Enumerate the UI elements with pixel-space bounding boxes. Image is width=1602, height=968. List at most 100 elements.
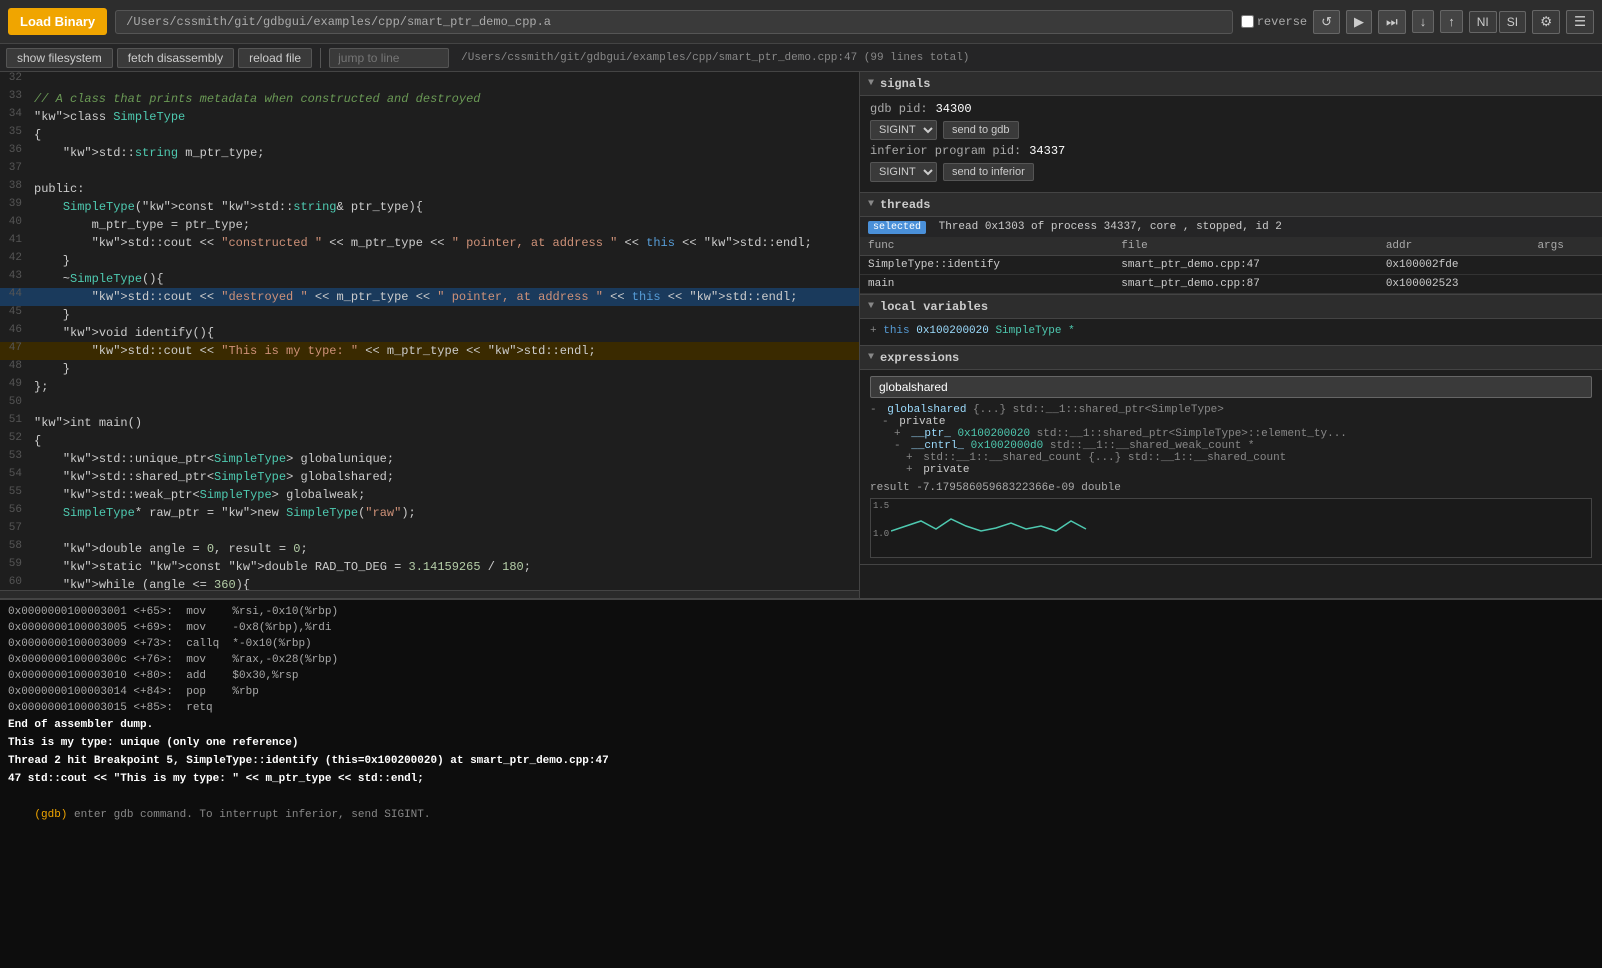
play-button[interactable]: ▶ [1346, 10, 1372, 34]
gdb-pid-value: 34300 [936, 102, 972, 116]
table-row: 49}; [0, 378, 859, 396]
table-row: 58 "kw">double angle = 0, result = 0; [0, 540, 859, 558]
thread-cell-addr[interactable]: 0x100002fde [1378, 256, 1530, 275]
locals-section: ▼ local variables + this 0x100200020 Sim… [860, 295, 1602, 346]
locals-title: local variables [880, 300, 988, 314]
code-panel: 3233// A class that prints metadata when… [0, 72, 860, 598]
signals-header[interactable]: ▼ signals [860, 72, 1602, 96]
table-row: 38public: [0, 180, 859, 198]
inferior-signal-select[interactable]: SIGINT [870, 162, 937, 182]
line-number: 38 [0, 180, 30, 198]
code-table: 3233// A class that prints metadata when… [0, 72, 859, 590]
table-row: 57 [0, 522, 859, 540]
gdb-pid-row: gdb pid: 34300 [870, 102, 1592, 116]
locals-header[interactable]: ▼ local variables [860, 295, 1602, 319]
line-number: 54 [0, 468, 30, 486]
reverse-label: reverse [1241, 15, 1307, 29]
top-bar: Load Binary /Users/cssmith/git/gdbgui/ex… [0, 0, 1602, 44]
locals-content: + this 0x100200020 SimpleType * [860, 319, 1602, 345]
asm-line: 0x0000000100003005 <+69>: mov -0x8(%rbp)… [8, 620, 1594, 636]
bottom-panel[interactable]: 0x0000000100003001 <+65>: mov %rsi,-0x10… [0, 598, 1602, 968]
reverse-checkbox[interactable] [1241, 15, 1254, 28]
expressions-section: ▼ expressions - globalshared {...} std::… [860, 346, 1602, 565]
signals-title: signals [880, 77, 930, 91]
table-row: 32 [0, 72, 859, 90]
code-line-content: SimpleType("kw">const "kw">std::string& … [30, 198, 859, 216]
table-row: 51"kw">int main() [0, 414, 859, 432]
si-button[interactable]: SI [1499, 11, 1526, 33]
send-to-inferior-button[interactable]: send to inferior [943, 163, 1034, 181]
menu-button[interactable]: ☰ [1566, 10, 1594, 34]
fetch-disassembly-button[interactable]: fetch disassembly [117, 48, 234, 68]
asm-line: 0x0000000100003001 <+65>: mov %rsi,-0x10… [8, 604, 1594, 620]
table-row: 53 "kw">std::unique_ptr<SimpleType> glob… [0, 450, 859, 468]
code-line-content: "kw">std::weak_ptr<SimpleType> globalwea… [30, 486, 859, 504]
table-row: 46 "kw">void identify(){ [0, 324, 859, 342]
step-up-button[interactable]: ↑ [1440, 10, 1463, 33]
line-number: 34 [0, 108, 30, 126]
gdb-signal-row: SIGINT send to gdb [870, 120, 1592, 140]
code-line-content: "kw">std::cout << "constructed " << m_pt… [30, 234, 859, 252]
asm-lines-container: 0x0000000100003001 <+65>: mov %rsi,-0x10… [8, 604, 1594, 716]
chart-label-10: 1.0 [873, 529, 889, 539]
gdb-signal-select[interactable]: SIGINT [870, 120, 937, 140]
line-number: 45 [0, 306, 30, 324]
line-number: 57 [0, 522, 30, 540]
gdb-pid-label: gdb pid: [870, 102, 928, 116]
step-down-button[interactable]: ↓ [1412, 10, 1435, 33]
filepath-display: /Users/cssmith/git/gdbgui/examples/cpp/s… [115, 10, 1233, 34]
show-filesystem-button[interactable]: show filesystem [6, 48, 113, 68]
thread-cell-args [1529, 256, 1602, 275]
jump-to-line-input[interactable] [329, 48, 449, 68]
load-binary-button[interactable]: Load Binary [8, 8, 107, 35]
result-label: result [870, 482, 910, 494]
local-item-this: + this 0x100200020 SimpleType * [870, 325, 1592, 337]
line-number: 33 [0, 90, 30, 108]
thread-cell-file: smart_ptr_demo.cpp:47 [1113, 256, 1378, 275]
line-number: 50 [0, 396, 30, 414]
table-row: SimpleType::identifysmart_ptr_demo.cpp:4… [860, 256, 1602, 275]
terminal-message: This is my type: unique (only one refere… [8, 734, 1594, 752]
code-content[interactable]: 3233// A class that prints metadata when… [0, 72, 859, 590]
line-number: 36 [0, 144, 30, 162]
refresh-button[interactable]: ↺ [1313, 10, 1340, 34]
expression-input[interactable] [870, 376, 1592, 398]
thread-cell-addr[interactable]: 0x100002523 [1378, 275, 1530, 294]
code-line-content: "kw">int main() [30, 414, 859, 432]
line-number: 42 [0, 252, 30, 270]
expr-result: result -7.17958605968322366e-09 double [870, 482, 1592, 494]
table-row: 47 "kw">std::cout << "This is my type: "… [0, 342, 859, 360]
table-row: 59 "kw">static "kw">const "kw">double RA… [0, 558, 859, 576]
threads-header[interactable]: ▼ threads [860, 193, 1602, 217]
code-line-content: } [30, 360, 859, 378]
expressions-header[interactable]: ▼ expressions [860, 346, 1602, 370]
ni-button[interactable]: NI [1469, 11, 1497, 33]
terminal-message: 47 std::cout << "This is my type: " << m… [8, 770, 1594, 788]
threads-section: ▼ threads selected Thread 0x1303 of proc… [860, 193, 1602, 295]
asm-line: 0x0000000100003009 <+73>: callq *-0x10(%… [8, 636, 1594, 652]
terminal-message: Thread 2 hit Breakpoint 5, SimpleType::i… [8, 752, 1594, 770]
code-line-content: "kw">class SimpleType [30, 108, 859, 126]
table-row: 48 } [0, 360, 859, 378]
gear-button[interactable]: ⚙ [1532, 10, 1560, 34]
table-row: 52{ [0, 432, 859, 450]
expr-ptr: + __ptr_ 0x100200020 std::__1::shared_pt… [870, 428, 1592, 440]
expr-root: - globalshared {...} std::__1::shared_pt… [870, 404, 1592, 416]
send-to-gdb-button[interactable]: send to gdb [943, 121, 1019, 139]
right-panel: ▼ signals gdb pid: 34300 SIGINT send to … [860, 72, 1602, 598]
gdb-input-hint: enter gdb command. To interrupt inferior… [74, 809, 430, 821]
result-type-label: double [1081, 482, 1121, 494]
step-over-button[interactable]: ⏭ [1378, 10, 1406, 34]
horizontal-scrollbar[interactable] [0, 590, 859, 598]
file-path-label: /Users/cssmith/git/gdbgui/examples/cpp/s… [461, 52, 969, 64]
thread-cell-func: main [860, 275, 1113, 294]
line-number: 49 [0, 378, 30, 396]
code-line-content: "kw">std::cout << "destroyed " << m_ptr_… [30, 288, 859, 306]
ni-si-group: NI SI [1469, 11, 1526, 33]
code-line-content: } [30, 306, 859, 324]
chart-label-15: 1.5 [873, 501, 889, 511]
asm-line: 0x000000010000300c <+76>: mov %rax,-0x28… [8, 652, 1594, 668]
reload-file-button[interactable]: reload file [238, 48, 312, 68]
expressions-triangle: ▼ [868, 352, 874, 363]
code-line-content: } [30, 252, 859, 270]
